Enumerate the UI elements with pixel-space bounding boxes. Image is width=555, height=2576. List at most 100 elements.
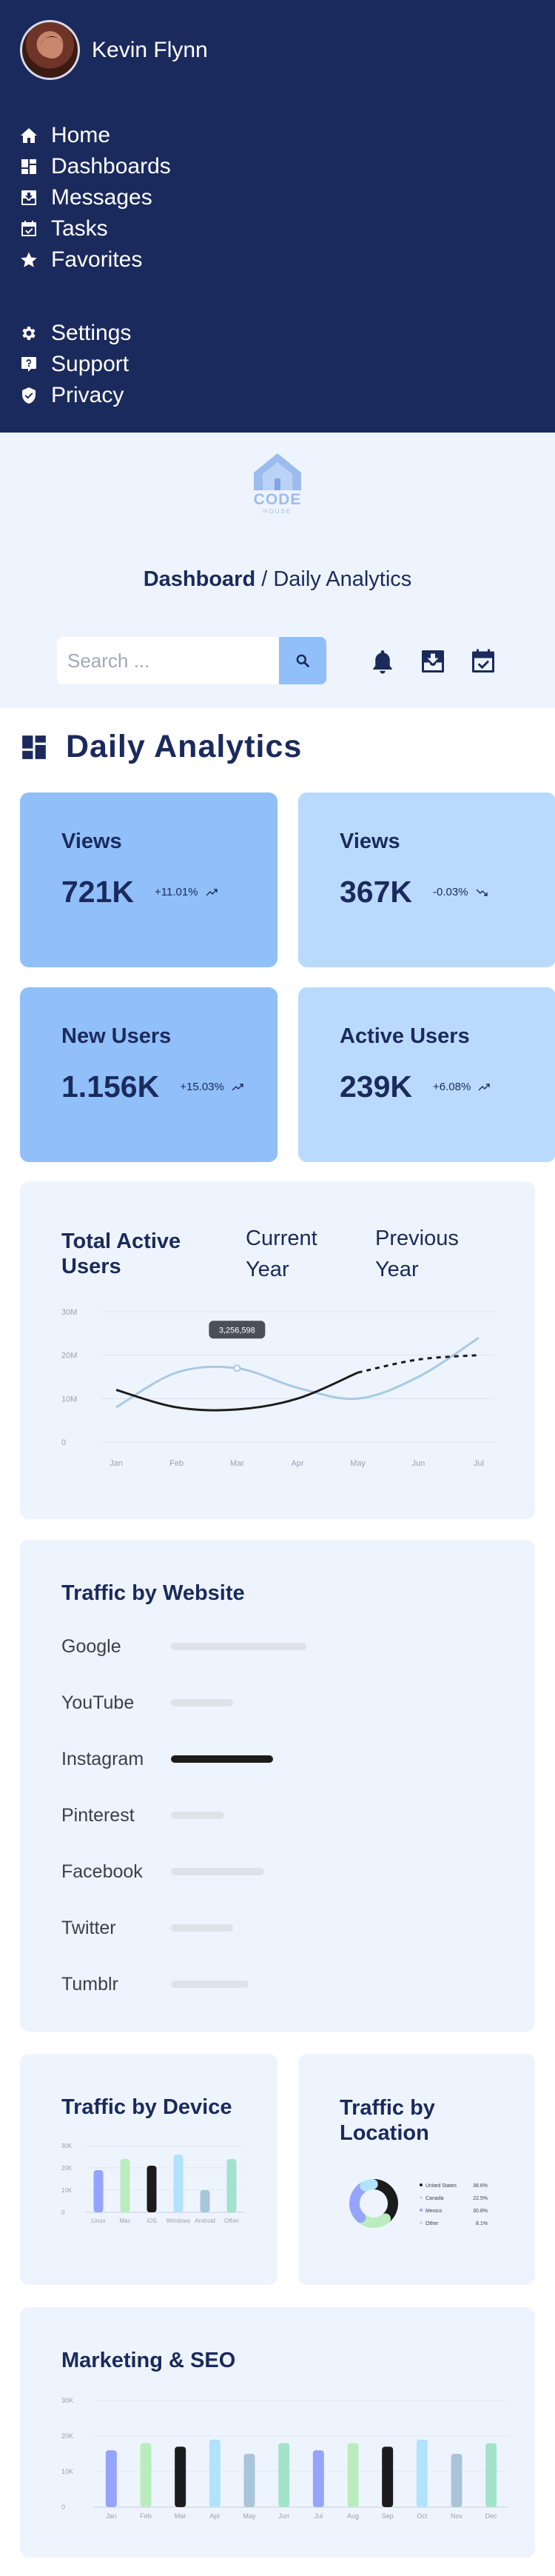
x-tick-label: Feb [169,1459,184,1468]
nav-item-privacy[interactable]: Privacy [20,380,131,411]
x-tick-label: Jun [278,2512,289,2520]
x-tick-label: Jul [314,2512,323,2520]
stat-card-new-users[interactable]: New Users 1.156K +15.03% [20,987,278,1162]
website-traffic-bar [171,1924,233,1932]
x-tick-label: Dec [485,2512,498,2520]
website-name: Google [61,1635,121,1657]
gear-icon [20,324,38,342]
nav-item-label: Home [51,123,111,147]
x-tick-label: Windows [166,2218,190,2224]
donut-slice [357,2213,391,2228]
avatar [20,20,80,80]
logo-tagline: HOUSE [263,508,292,515]
nav-item-label: Privacy [51,383,124,407]
search-input[interactable] [57,637,279,684]
nav-item-settings[interactable]: Settings [20,318,131,349]
inbox-icon [422,650,444,673]
x-tick-label: Jan [110,1459,123,1468]
nav-panel: Kevin Flynn Home Dashboards Messages Tas… [0,0,555,433]
line-current-year-projection [357,1354,480,1374]
y-tick-label: 30M [61,1308,77,1317]
breadcrumb: Dashboard / Daily Analytics [0,567,555,592]
y-tick-label: 0 [61,2503,65,2511]
stat-card-views[interactable]: Views 721K +11.01% [20,793,278,967]
breadcrumb-separator: / [255,567,274,591]
search-button[interactable] [279,637,326,684]
logo[interactable]: CODE HOUSE [246,452,309,515]
nav-item-label: Tasks [51,216,108,241]
bar [200,2190,210,2212]
x-tick-label: Jul [474,1459,484,1468]
trend-up-icon [232,1083,243,1090]
active-users-panel: Total Active Users Current Year Previous… [20,1181,535,1519]
stat-card-active-users[interactable]: Active Users 239K +6.08% [298,987,555,1162]
nav-item-label: Support [51,352,130,376]
stat-value: 239K [340,1070,413,1104]
breadcrumb-root[interactable]: Dashboard [144,567,255,591]
website-row[interactable]: Facebook [61,1857,264,1886]
primary-nav: Home Dashboards Messages Tasks Favorites [20,120,171,276]
website-row[interactable]: Google [61,1632,306,1661]
marketing-bar-chart: 30K 20K 10K 0 Jan Feb Mar Apr May Jun Jul Aug Sep Oct… [61,2397,508,2520]
website-name: Instagram [61,1748,144,1769]
device-bar-chart: 30K 20K 10K 0 Linux Mac iOS Windows Android Other [61,2143,245,2224]
website-traffic-bar [171,1755,273,1763]
bar [140,2443,152,2507]
stat-label: Views [61,830,122,853]
website-row[interactable]: Pinterest [61,1801,224,1830]
stat-change: -0.03% [433,886,468,898]
page-title-row: Daily Analytics [20,729,302,765]
nav-item-favorites[interactable]: Favorites [20,244,171,276]
y-tick-label: 30K [61,2143,73,2149]
x-tick-label: Feb [140,2512,152,2520]
bar [120,2159,130,2212]
x-tick-label: Jan [106,2512,117,2520]
website-traffic-bar [171,1981,249,1988]
nav-item-tasks[interactable]: Tasks [20,213,171,244]
x-tick-label: Mac [119,2218,130,2224]
home-icon [20,127,38,144]
x-tick-label: Apr [291,1459,303,1468]
house-logo-icon [254,453,301,490]
line-previous-year [115,1336,480,1409]
website-row[interactable]: Twitter [61,1913,233,1943]
inbox-button[interactable] [417,646,448,677]
tooltip-value: 3,256,598 [219,1326,255,1335]
legend-label: Other [426,2221,439,2226]
website-traffic-bar [171,1699,233,1706]
website-row[interactable]: Instagram [61,1744,273,1774]
stat-value: 367K [340,875,413,909]
page-title: Daily Analytics [66,729,303,764]
stat-card-views-secondary[interactable]: Views 367K -0.03% [298,793,555,967]
x-tick-label: Nov [451,2512,463,2520]
website-traffic-bar [171,1868,264,1875]
bar [416,2439,428,2507]
nav-item-support[interactable]: Support [20,349,131,380]
x-tick-label: Other [224,2218,239,2224]
nav-item-dashboards[interactable]: Dashboards [20,151,171,182]
website-row[interactable]: YouTube [61,1688,233,1718]
donut-slice [349,2181,369,2223]
stat-change: +6.08% [433,1081,471,1093]
x-tick-label: Jun [411,1459,425,1468]
nav-item-label: Favorites [51,247,143,272]
active-users-line-chart: 30M 20M 10M 0 Jan Feb Mar Apr May Jun Jul 3,256,598 [61,1308,494,1468]
x-tick-label: May [350,1459,366,1468]
tasks-button[interactable] [468,646,499,677]
website-row[interactable]: Tumblr [61,1969,249,1999]
nav-item-home[interactable]: Home [20,120,171,151]
legend-label: Canada [426,2196,444,2201]
notifications-button[interactable] [367,646,398,677]
dashboard-icon [20,158,38,176]
nav-item-label: Messages [51,185,152,210]
traffic-device-panel: Traffic by Device 30K 20K 10K 0 Linux Mac iOS W… [20,2054,278,2285]
x-tick-label: Aug [347,2512,359,2520]
panel-title: Traffic by Website [61,1581,245,1605]
stat-label: Active Users [340,1024,470,1048]
star-icon [20,251,38,269]
nav-item-messages[interactable]: Messages [20,182,171,213]
website-traffic-bar [171,1812,224,1819]
y-tick-label: 20M [61,1352,77,1361]
x-tick-label: Oct [417,2512,428,2520]
user-profile[interactable]: Kevin Flynn [20,20,208,80]
